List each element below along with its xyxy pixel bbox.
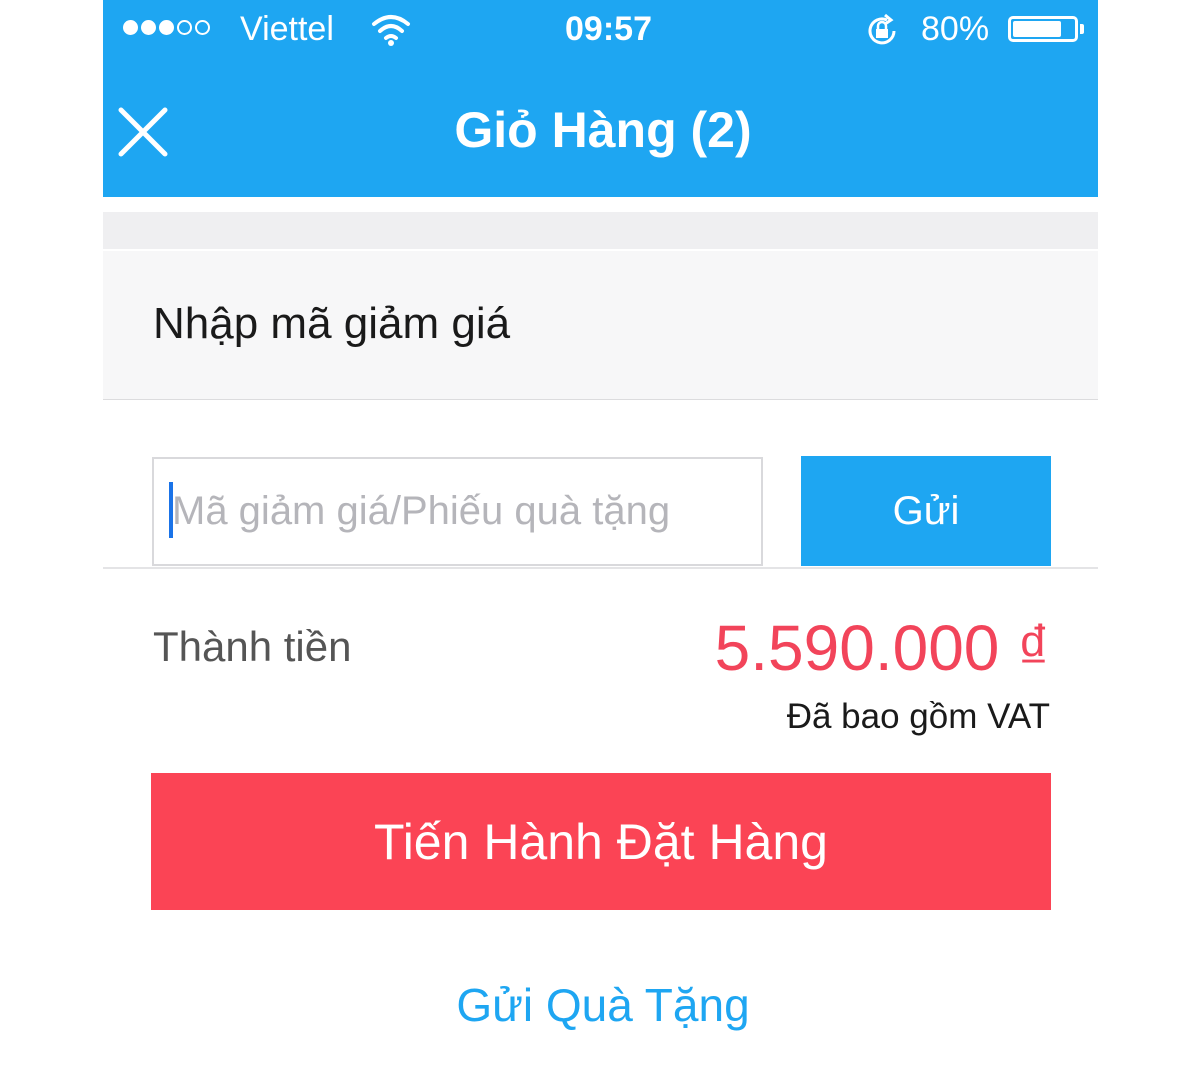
coupon-input[interactable] — [152, 457, 763, 566]
total-label: Thành tiền — [153, 623, 352, 670]
checkout-button[interactable]: Tiến Hành Đặt Hàng — [151, 773, 1051, 910]
status-bar: Viettel 09:57 80% — [103, 0, 1098, 62]
page-title: Giỏ Hàng (2) — [454, 102, 752, 158]
cart-screen: Viettel 09:57 80% Giỏ Hàng (2) Nhập mã g… — [103, 0, 1098, 1089]
battery-tip — [1080, 24, 1084, 34]
app-header: Viettel 09:57 80% Giỏ Hàng (2) — [103, 0, 1098, 197]
text-cursor — [169, 482, 173, 538]
total-price: 5.590.000 ₫ — [714, 612, 1050, 684]
send-gift-link[interactable]: Gửi Quà Tặng — [103, 978, 1103, 1032]
battery-percent: 80% — [921, 10, 990, 48]
submit-coupon-button[interactable]: Gửi — [801, 456, 1051, 566]
discount-section-title: Nhập mã giảm giá — [153, 299, 511, 348]
discount-section-header: Nhập mã giảm giá — [103, 251, 1098, 400]
rotation-lock-icon — [863, 12, 901, 59]
battery-icon — [1008, 16, 1078, 42]
vat-note: Đã bao gồm VAT — [786, 697, 1050, 736]
section-separator — [103, 212, 1098, 249]
divider — [103, 567, 1098, 569]
